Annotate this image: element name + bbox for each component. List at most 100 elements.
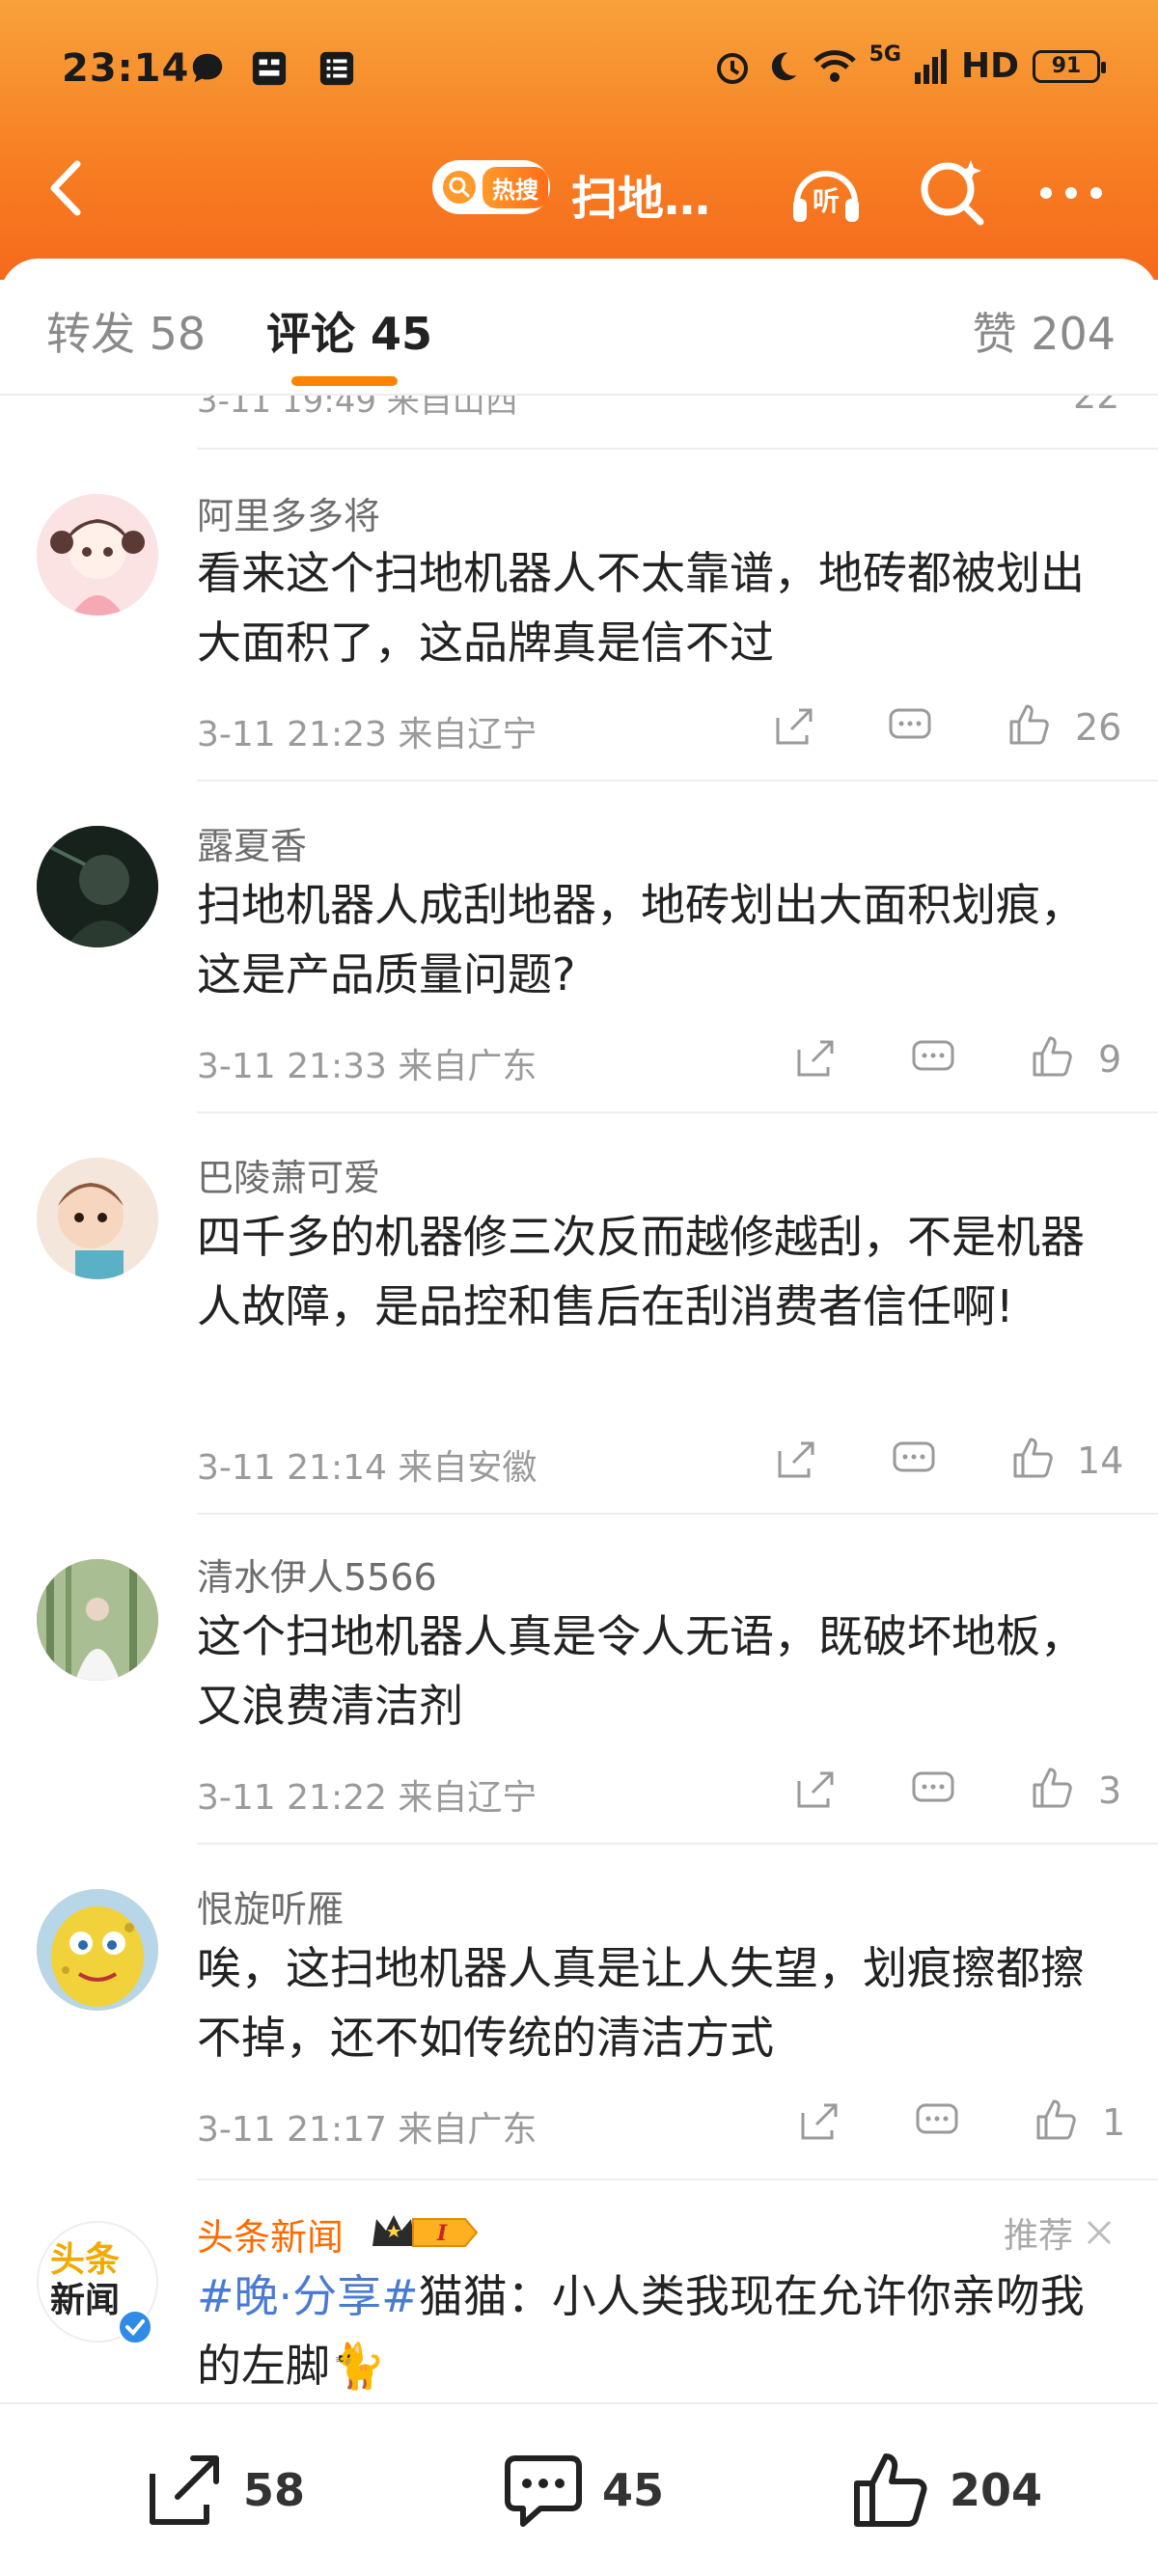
comment-username[interactable]: 清水伊人5566 bbox=[197, 1548, 437, 1601]
page-title: 扫地… bbox=[571, 172, 711, 226]
battery-indicator: 91 bbox=[1033, 49, 1106, 83]
repost-count: 58 bbox=[243, 2464, 306, 2516]
comment-text: 扫地机器人成刮地器，地砖划出大面积划痕，这是产品质量问题? bbox=[197, 879, 1085, 1000]
comment-username[interactable]: 恨旋听雁 bbox=[197, 1879, 344, 1932]
bottom-action-bar: 58 45 204 bbox=[0, 2402, 1158, 2576]
alarm-icon bbox=[716, 52, 748, 84]
comment-username[interactable]: 巴陵萧可爱 bbox=[197, 1148, 380, 1201]
share-icon[interactable] bbox=[793, 1036, 838, 1081]
more-options-icon[interactable] bbox=[1033, 154, 1110, 232]
status-bar: 23:14 5G HD 91 bbox=[0, 29, 1158, 106]
comment-meta: 3-11 19:49 来自山西 bbox=[197, 396, 518, 421]
signal-icon bbox=[914, 48, 947, 84]
comment-meta: 3-11 21:17 来自广东 bbox=[197, 2110, 538, 2150]
like-icon[interactable] bbox=[1011, 1436, 1056, 1480]
like-count: 3 bbox=[1098, 1769, 1122, 1812]
tab-likes[interactable]: 赞 204 bbox=[973, 299, 1116, 363]
avatar-image bbox=[37, 494, 158, 616]
comment-text: 看来这个扫地机器人不太靠谱，地砖都被划出大面积了，这品牌真是信不过 bbox=[197, 547, 1085, 669]
repost-icon bbox=[150, 2455, 219, 2525]
like-icon bbox=[854, 2453, 927, 2527]
comment-icon[interactable] bbox=[892, 1438, 936, 1482]
comment-list: 3-11 19:49 来自山西 22 阿里多多将 看来这个扫地机器人不太靠谱，地… bbox=[0, 396, 1158, 2402]
divider bbox=[197, 448, 1158, 450]
promoted-username[interactable]: 头条新闻 bbox=[197, 2207, 344, 2261]
divider bbox=[197, 2179, 1158, 2180]
topic-link[interactable]: #晚·分享# bbox=[197, 2270, 419, 2322]
top-nav: 热搜 扫地… 听 bbox=[0, 135, 1158, 241]
like-count: 26 bbox=[1075, 706, 1122, 749]
comment-icon[interactable] bbox=[911, 1036, 955, 1081]
hot-search-badge[interactable]: 热搜 bbox=[432, 160, 550, 214]
avatar[interactable] bbox=[37, 1889, 158, 2011]
share-icon[interactable] bbox=[793, 1768, 838, 1812]
avatar-image bbox=[37, 826, 158, 947]
like-count: 204 bbox=[950, 2464, 1043, 2516]
like-count: 9 bbox=[1098, 1038, 1122, 1081]
tab-bar: 转发 58 评论 45 赞 204 bbox=[0, 259, 1158, 396]
vip-level-badge-icon: I bbox=[372, 2215, 479, 2247]
comment-username[interactable]: 露夏香 bbox=[197, 816, 307, 869]
avatar[interactable] bbox=[37, 1559, 158, 1681]
listen-headphones-icon[interactable]: 听 bbox=[787, 154, 865, 232]
comment-meta: 3-11 21:23 来自辽宁 bbox=[197, 715, 538, 754]
like-icon[interactable] bbox=[1007, 396, 1052, 397]
like-count: 22 bbox=[1073, 396, 1120, 417]
avatar[interactable] bbox=[37, 826, 158, 947]
comment-icon[interactable] bbox=[911, 1768, 955, 1812]
tab-comments[interactable]: 评论 45 bbox=[266, 299, 432, 363]
partial-comment-meta: 3-11 19:49 来自山西 22 bbox=[197, 396, 1123, 423]
recommend-label: 推荐 bbox=[1003, 2216, 1073, 2256]
moon-icon bbox=[771, 51, 797, 80]
verified-badge-icon bbox=[118, 2310, 152, 2344]
like-icon[interactable] bbox=[1031, 1034, 1075, 1079]
avatar-image bbox=[37, 1889, 158, 2011]
like-icon[interactable] bbox=[1031, 1766, 1075, 1810]
hd-label: HD bbox=[960, 46, 1019, 86]
like-button[interactable]: 204 bbox=[849, 2449, 1042, 2532]
comment-meta: 3-11 21:14 来自安徽 bbox=[197, 1448, 538, 1488]
comment-icon[interactable] bbox=[888, 396, 932, 397]
comment-text: 四千多的机器修三次反而越修越刮，不是机器人故障，是品控和售后在刮消费者信任啊! bbox=[197, 1211, 1085, 1332]
share-icon[interactable] bbox=[772, 396, 816, 397]
promoted-text: #晚·分享#猫猫：小人类我现在允许你亲吻我的左脚🐈 bbox=[197, 2261, 1123, 2400]
comment-icon bbox=[505, 2455, 582, 2527]
wifi-icon bbox=[813, 49, 856, 82]
like-icon[interactable] bbox=[1007, 702, 1052, 747]
list-notification-icon bbox=[319, 51, 354, 86]
divider bbox=[197, 1843, 1158, 1845]
comment-text: 唉，这扫地机器人真是让人失望，划痕擦都擦不掉，还不如传统的清洁方式 bbox=[197, 1942, 1085, 2064]
like-count: 1 bbox=[1102, 2101, 1126, 2144]
notification-bubble-icon bbox=[192, 53, 223, 83]
share-icon[interactable] bbox=[774, 1438, 818, 1482]
comment-button[interactable]: 45 bbox=[502, 2449, 664, 2532]
hot-search-icon bbox=[443, 171, 476, 204]
avatar[interactable] bbox=[37, 494, 158, 616]
comment-icon[interactable] bbox=[915, 2099, 959, 2144]
like-icon[interactable] bbox=[1034, 2097, 1079, 2142]
comment-username[interactable]: 阿里多多将 bbox=[197, 486, 380, 539]
close-icon[interactable] bbox=[1083, 2216, 1116, 2249]
hot-search-label: 热搜 bbox=[482, 166, 548, 208]
vip-level: I bbox=[436, 2221, 448, 2246]
avatar-brand-top: 头条 bbox=[50, 2240, 121, 2280]
comment-icon[interactable] bbox=[888, 704, 932, 749]
share-icon[interactable] bbox=[797, 2099, 841, 2144]
avatar-brand-bottom: 新闻 bbox=[50, 2281, 121, 2320]
tab-reposts[interactable]: 转发 58 bbox=[46, 299, 206, 363]
app-notification-icon bbox=[252, 51, 287, 86]
divider bbox=[197, 780, 1158, 781]
share-icon[interactable] bbox=[772, 704, 816, 749]
active-tab-indicator bbox=[291, 376, 398, 386]
back-arrow-icon[interactable] bbox=[39, 154, 96, 222]
avatar[interactable] bbox=[37, 1158, 158, 1279]
divider bbox=[197, 1111, 1158, 1113]
repost-button[interactable]: 58 bbox=[143, 2449, 305, 2532]
status-time: 23:14 bbox=[62, 46, 190, 91]
comment-text: 这个扫地机器人真是令人无语，既破坏地板，又浪费清洁剂 bbox=[197, 1610, 1085, 1732]
divider bbox=[197, 1513, 1158, 1515]
status-right: 5G HD 91 bbox=[713, 42, 1106, 86]
search-icon[interactable] bbox=[915, 154, 992, 232]
recommend-tag: 推荐 bbox=[1004, 2207, 1116, 2258]
svg-text:听: 听 bbox=[813, 185, 840, 217]
